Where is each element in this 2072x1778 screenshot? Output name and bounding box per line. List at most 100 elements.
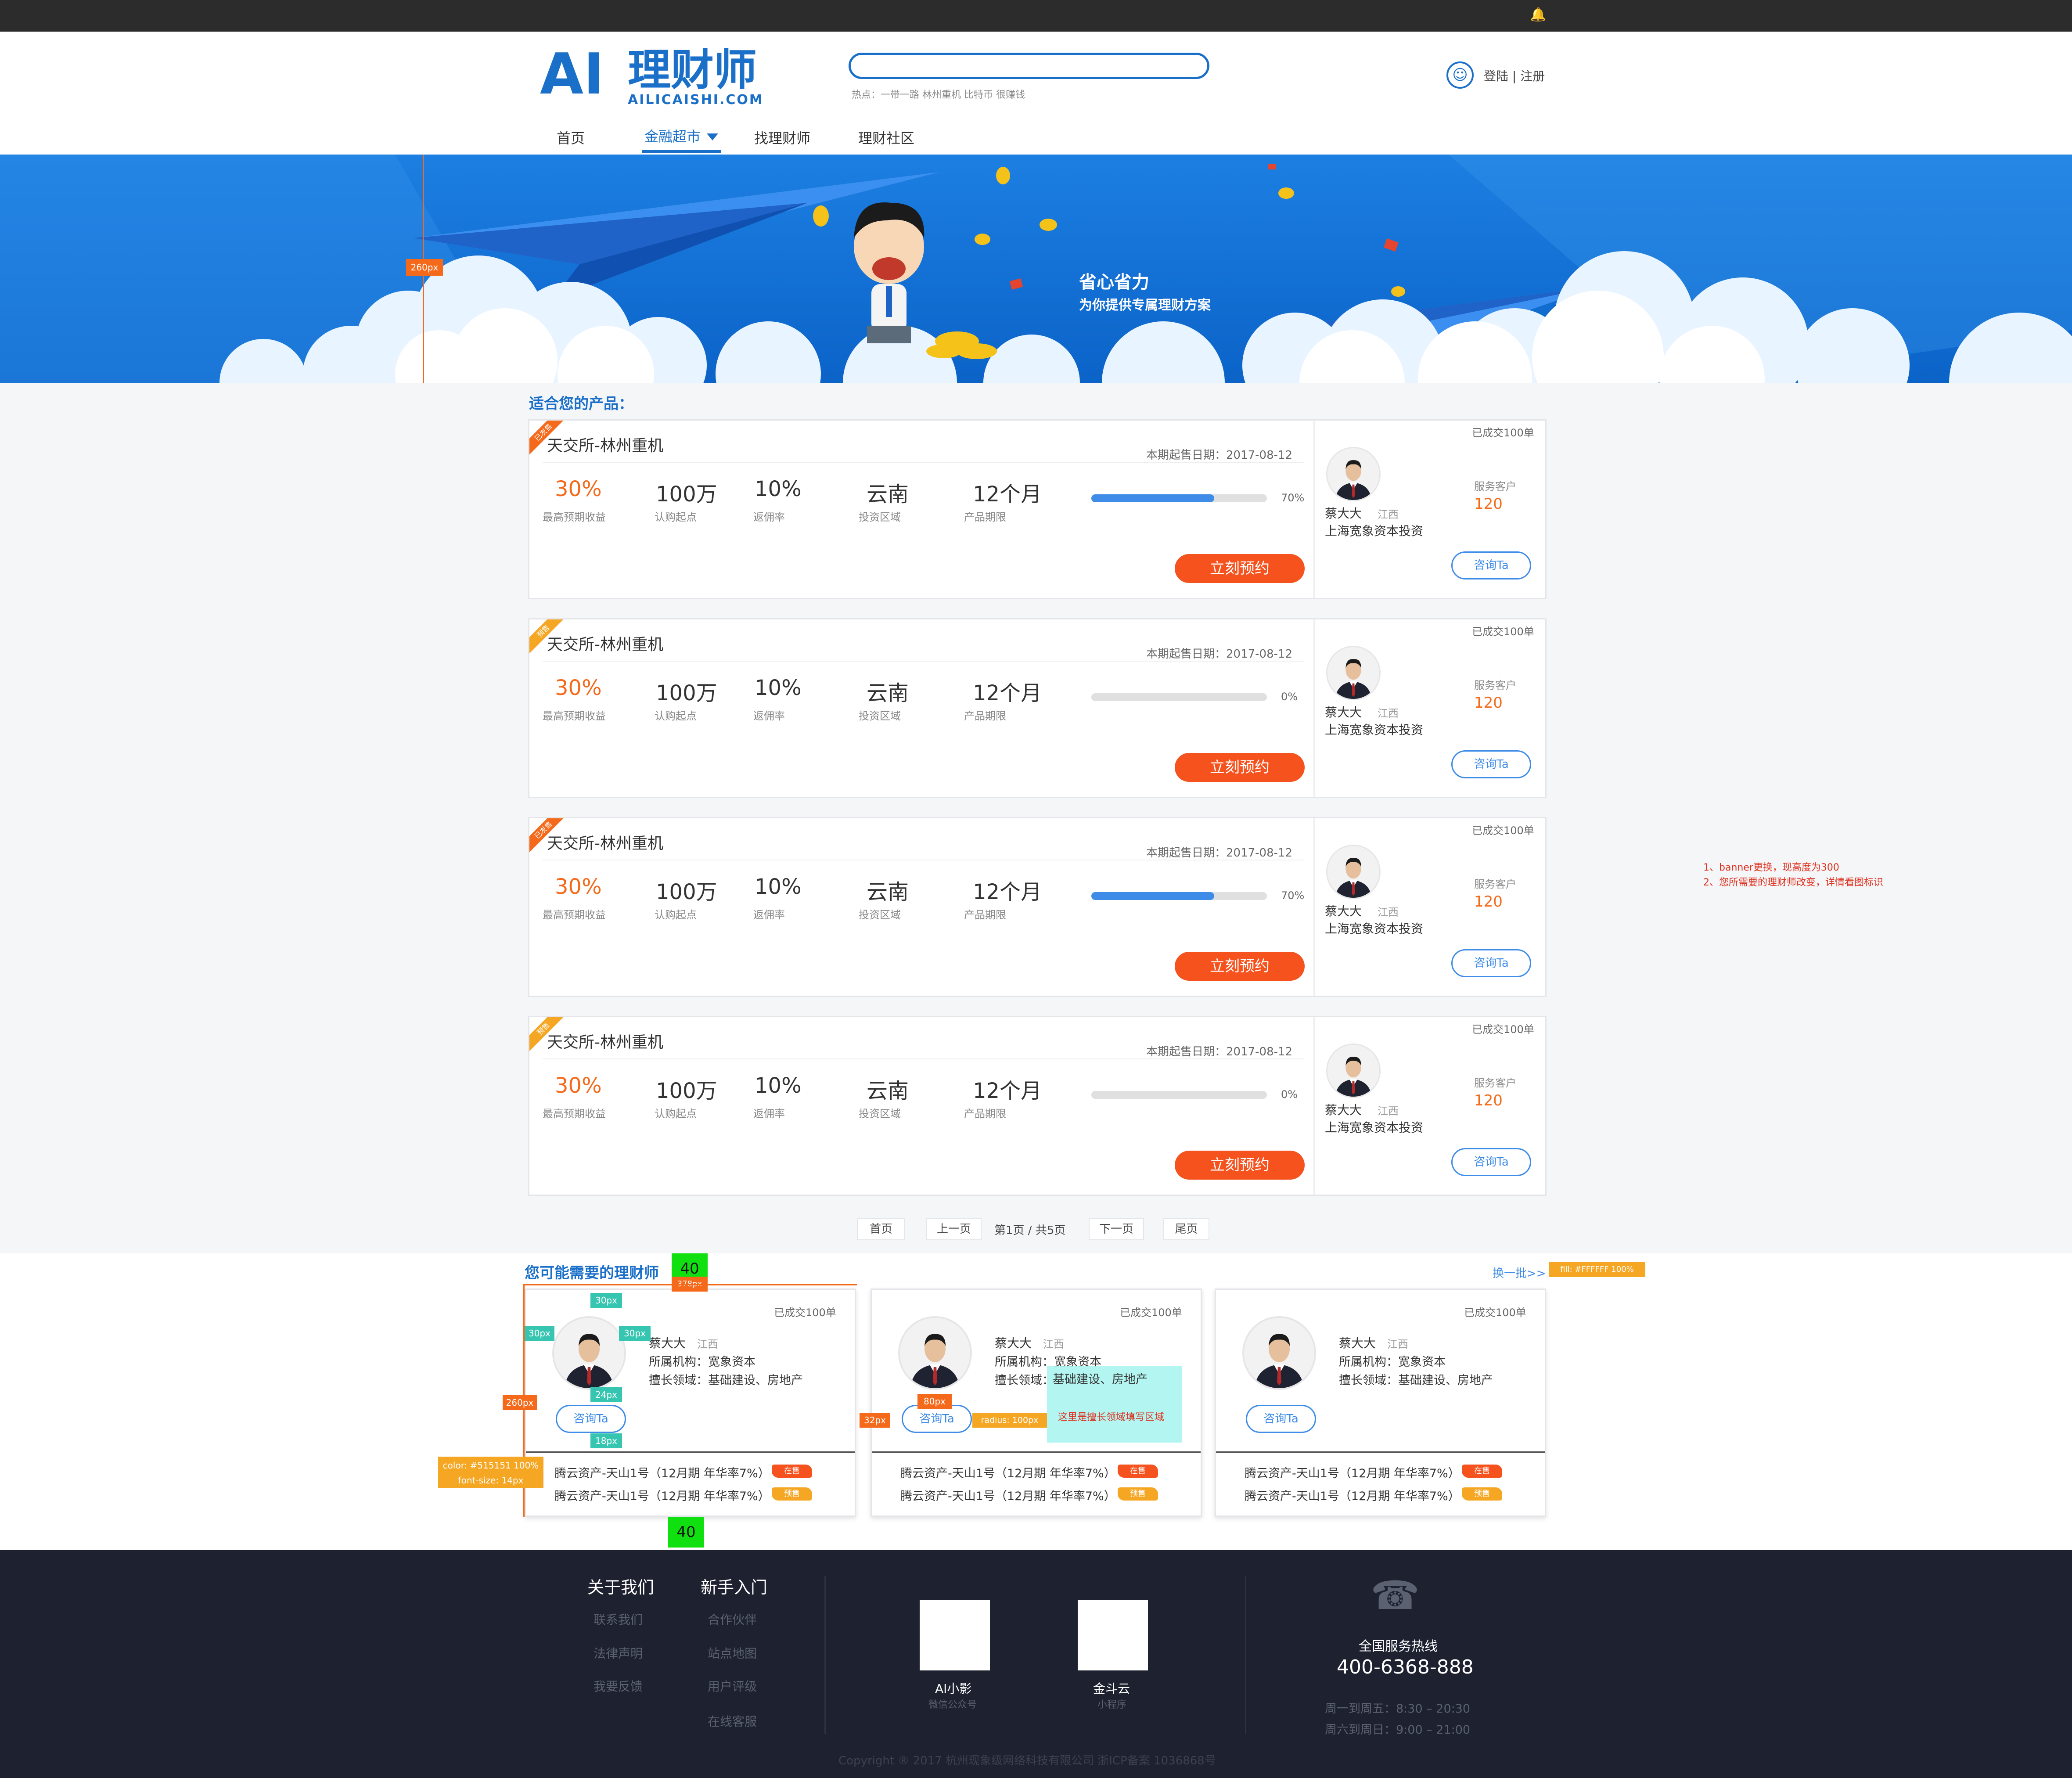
product-term-label: 产品期限 xyxy=(964,1108,1006,1120)
hot-keywords[interactable]: 热点：一带一路 林州重机 比特币 很赚钱 xyxy=(852,87,1025,101)
footer-link-support[interactable]: 在线客服 xyxy=(708,1712,757,1730)
callout-note: 这里是擅长领域填写区域 xyxy=(1058,1412,1165,1423)
product-name[interactable]: 天交所-林州重机 xyxy=(547,1029,663,1052)
on-sale-badge: 在售 xyxy=(1118,1465,1158,1478)
advisor-card[interactable]: 已成交100单 蔡大大 江西 所属机构：宽象资本 擅长领域：基础建设、房地产 咨询Ta 腾云… xyxy=(1215,1289,1546,1517)
avatar[interactable] xyxy=(898,1316,972,1390)
product-card[interactable]: 预售 天交所-林州重机 本期起售日期：2017-08-12 30% 最高预期收益 100万… xyxy=(528,1016,1547,1196)
nav-community[interactable]: 理财社区 xyxy=(858,127,914,148)
product-card[interactable]: 已发售 天交所-林州重机 本期起售日期：2017-08-12 30% 最高预期收益 100… xyxy=(528,817,1547,997)
pagination-first[interactable]: 首页 xyxy=(857,1218,905,1240)
advisors-title: 您可能需要的理财师 xyxy=(525,1264,659,1282)
user-icon[interactable]: ☺ xyxy=(1446,61,1474,89)
avatar[interactable] xyxy=(1326,1044,1381,1098)
footer-link-legal[interactable]: 法律声明 xyxy=(594,1644,643,1662)
nav-finance-market[interactable]: 金融超市 xyxy=(644,126,701,146)
recommended-product[interactable]: 腾云资产-天山1号（12月期 年华率7%） xyxy=(900,1464,1116,1481)
consult-button[interactable]: 咨询Ta xyxy=(1246,1405,1316,1433)
footer-link-sitemap[interactable]: 站点地图 xyxy=(708,1644,757,1662)
consult-button[interactable]: 咨询Ta xyxy=(902,1405,972,1433)
avatar[interactable] xyxy=(1326,845,1381,899)
product-name[interactable]: 天交所-林州重机 xyxy=(547,831,663,853)
footer-link-feedback[interactable]: 我要反馈 xyxy=(594,1677,643,1695)
advisor-field: 擅长领域：基础建设、房地产 xyxy=(1339,1374,1493,1387)
advisor-name[interactable]: 蔡大大 xyxy=(1339,1334,1376,1351)
recommended-product[interactable]: 腾云资产-天山1号（12月期 年华率7%） xyxy=(554,1486,770,1504)
product-rebate: 10% xyxy=(755,875,802,899)
clients-label: 服务客户 xyxy=(1474,480,1516,493)
refresh-advisors-link[interactable]: 换一批>> xyxy=(1493,1264,1546,1281)
hotline-number[interactable]: 400-6368-888 xyxy=(1337,1656,1474,1678)
footer-divider xyxy=(1245,1576,1246,1734)
book-now-button[interactable]: 立刻预约 xyxy=(1175,753,1305,782)
advisor-name[interactable]: 蔡大大 xyxy=(1325,1101,1362,1118)
site-logo[interactable]: AI 理财师 AILICAISHI.COM xyxy=(540,46,763,108)
progress-bar xyxy=(1091,892,1267,900)
book-now-button[interactable]: 立刻预约 xyxy=(1175,952,1305,981)
nav-home[interactable]: 首页 xyxy=(557,127,585,148)
product-term: 12个月 xyxy=(973,1079,1042,1103)
sale-date: 本期起售日期：2017-08-12 xyxy=(1146,648,1293,661)
product-card[interactable]: 已发售 天交所-林州重机 本期起售日期：2017-08-12 30% 最高预期收益 100… xyxy=(528,419,1547,599)
pagination-last[interactable]: 尾页 xyxy=(1163,1218,1209,1240)
consult-button[interactable]: 咨询Ta xyxy=(1451,750,1531,778)
search-input[interactable] xyxy=(849,53,1209,79)
advisor-province: 江西 xyxy=(1387,1338,1408,1350)
top-strip xyxy=(0,0,2072,32)
pagination-next[interactable]: 下一页 xyxy=(1089,1218,1144,1240)
advisor-name[interactable]: 蔡大大 xyxy=(1325,902,1362,919)
person-icon xyxy=(1244,1318,1314,1388)
consult-button[interactable]: 咨询Ta xyxy=(1451,949,1531,977)
advisor-province: 江西 xyxy=(1378,1105,1399,1117)
avatar[interactable] xyxy=(552,1316,626,1390)
product-yield: 30% xyxy=(555,477,602,501)
advisor-name[interactable]: 蔡大大 xyxy=(1325,504,1362,522)
nav-find-advisor[interactable]: 找理财师 xyxy=(754,127,810,148)
product-region: 云南 xyxy=(867,681,909,705)
product-name[interactable]: 天交所-林州重机 xyxy=(547,632,663,655)
footer-divider xyxy=(824,1576,826,1734)
product-name[interactable]: 天交所-林州重机 xyxy=(547,433,663,456)
progress-fill xyxy=(1091,494,1214,502)
advisor-name[interactable]: 蔡大大 xyxy=(649,1334,686,1351)
product-min-label: 认购起点 xyxy=(655,710,697,722)
recommended-product[interactable]: 腾云资产-天山1号（12月期 年华率7%） xyxy=(1245,1464,1460,1481)
advisor-name[interactable]: 蔡大大 xyxy=(1325,703,1362,720)
login-register-link[interactable]: 登陆 | 注册 xyxy=(1484,67,1545,84)
footer-link-partners[interactable]: 合作伙伴 xyxy=(708,1610,757,1628)
product-yield-label: 最高预期收益 xyxy=(543,1108,606,1120)
hero-banner[interactable]: 省心省力 为你提供专属理财方案 xyxy=(0,155,2072,383)
bell-icon[interactable]: 🔔 xyxy=(1530,8,1546,22)
advisor-org: 上海宽象资本投资 xyxy=(1325,1120,1424,1135)
book-now-button[interactable]: 立刻预约 xyxy=(1175,554,1305,583)
phone-icon: ☎ xyxy=(1371,1573,1420,1619)
footer-about-heading: 关于我们 xyxy=(587,1578,655,1597)
clients-count: 120 xyxy=(1474,1092,1503,1109)
consult-button[interactable]: 咨询Ta xyxy=(1451,1148,1531,1176)
product-card[interactable]: 预售 天交所-林州重机 本期起售日期：2017-08-12 30% 最高预期收益 100万… xyxy=(528,618,1547,798)
product-yield-label: 最高预期收益 xyxy=(543,710,606,722)
consult-button[interactable]: 咨询Ta xyxy=(1451,551,1531,579)
products-title: 适合您的产品： xyxy=(529,395,633,413)
qr-miniapp-sub: 小程序 xyxy=(1097,1699,1127,1710)
footer-link-contact[interactable]: 联系我们 xyxy=(594,1610,643,1628)
book-now-button[interactable]: 立刻预约 xyxy=(1175,1151,1305,1180)
recommended-product[interactable]: 腾云资产-天山1号（12月期 年华率7%） xyxy=(900,1486,1116,1504)
advisor-org: 上海宽象资本投资 xyxy=(1325,524,1424,538)
sale-date: 本期起售日期：2017-08-12 xyxy=(1146,1045,1293,1058)
card-separator xyxy=(872,1451,1201,1453)
advisor-name[interactable]: 蔡大大 xyxy=(995,1334,1032,1351)
chevron-down-icon[interactable] xyxy=(707,133,718,140)
footer-link-rating[interactable]: 用户评级 xyxy=(708,1677,757,1695)
annotation-color: color: #515151 100% xyxy=(438,1457,543,1474)
recommended-product[interactable]: 腾云资产-天山1号（12月期 年华率7%） xyxy=(554,1464,770,1481)
avatar[interactable] xyxy=(1326,447,1381,501)
advisor-card[interactable]: 已成交100单 蔡大大 江西 所属机构：宽象资本 擅长领域：基础建设、房地产 咨询Ta 腾云… xyxy=(525,1289,856,1517)
recommended-product[interactable]: 腾云资产-天山1号（12月期 年华率7%） xyxy=(1245,1486,1460,1504)
consult-button[interactable]: 咨询Ta xyxy=(556,1405,626,1433)
avatar[interactable] xyxy=(1242,1316,1316,1390)
pagination-prev[interactable]: 上一页 xyxy=(926,1218,982,1240)
annotation-30-top: 30px xyxy=(590,1293,622,1308)
person-icon xyxy=(1327,846,1379,898)
avatar[interactable] xyxy=(1326,646,1381,700)
